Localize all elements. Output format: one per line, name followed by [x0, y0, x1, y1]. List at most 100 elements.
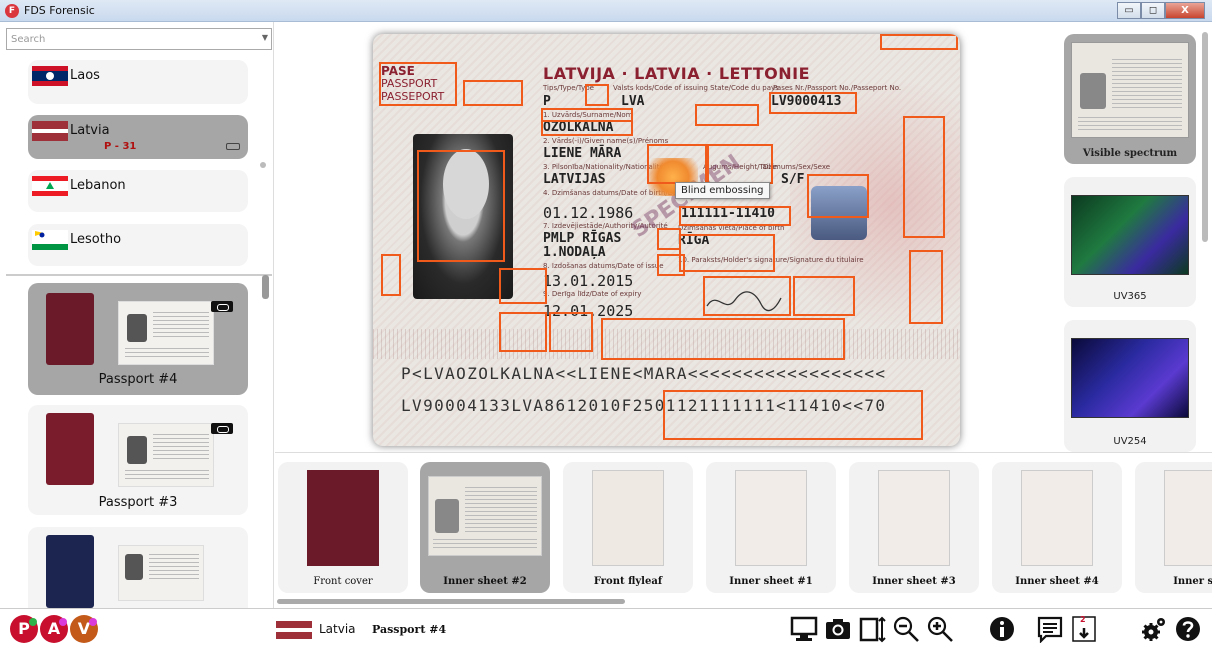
notes-button[interactable]: [1034, 613, 1066, 645]
maximize-button[interactable]: ◻: [1141, 2, 1165, 19]
country-name: Latvia: [70, 123, 110, 138]
detection-box[interactable]: [703, 276, 791, 316]
save-sort-button[interactable]: 2: [1068, 613, 1100, 645]
page-card-inner-sheet-2[interactable]: Inner sheet #2: [420, 462, 550, 593]
country-item-laos[interactable]: Laos: [28, 60, 248, 104]
fit-height-button[interactable]: [856, 613, 888, 645]
camera-button[interactable]: [822, 613, 854, 645]
page-card-front-flyleaf[interactable]: Front flyleaf: [563, 462, 693, 593]
detection-box[interactable]: [499, 312, 547, 352]
detection-box[interactable]: [695, 104, 759, 126]
page-label: Inner sheet #2: [443, 576, 527, 587]
document-card-passport-2[interactable]: [28, 527, 248, 608]
a-mode-button[interactable]: A: [40, 615, 68, 643]
country-name: Lesotho: [70, 232, 122, 247]
chip-icon: [226, 143, 240, 150]
document-card-passport-4[interactable]: Passport #4: [28, 283, 248, 395]
search-input[interactable]: [7, 29, 257, 49]
detection-box[interactable]: [903, 116, 945, 238]
v-mode-button[interactable]: V: [70, 615, 98, 643]
page-card-inner-sheet-1[interactable]: Inner sheet #1: [706, 462, 836, 593]
detection-box[interactable]: [769, 92, 857, 114]
detection-box[interactable]: [679, 206, 791, 226]
detection-box[interactable]: [679, 234, 775, 272]
info-button[interactable]: [986, 613, 1018, 645]
detection-box[interactable]: [707, 144, 773, 184]
detection-box[interactable]: [663, 390, 923, 440]
detection-box[interactable]: [657, 228, 681, 250]
detection-box[interactable]: [379, 62, 457, 106]
country-item-lebanon[interactable]: Lebanon: [28, 170, 248, 212]
passport-cover-thumbnail: [46, 293, 94, 365]
passport-type-value: P: [543, 94, 551, 109]
page-card-inner-sheet-3[interactable]: Inner sheet #3: [849, 462, 979, 593]
country-item-lesotho[interactable]: Lesotho: [28, 224, 248, 266]
country-name: Laos: [70, 68, 100, 83]
page-card-inner-sheet-5[interactable]: Inner she: [1135, 462, 1212, 593]
detection-box[interactable]: [417, 150, 505, 262]
page-card-inner-sheet-4[interactable]: Inner sheet #4: [992, 462, 1122, 593]
field-label-code: Valsts kods/Code of issuing State/Code d…: [613, 84, 779, 92]
field-label-sex: Dzimums/Sex/Sexe: [763, 163, 831, 171]
passport-birth-date: 01.12.1986: [543, 204, 634, 222]
country-list-scrollbar[interactable]: [260, 162, 266, 168]
spectrum-card-uv254[interactable]: UV254: [1064, 320, 1196, 452]
help-button[interactable]: [1172, 613, 1204, 645]
settings-button[interactable]: [1138, 613, 1170, 645]
chip-icon: [211, 301, 233, 312]
search-box: ▼: [6, 28, 272, 50]
spectrum-scrollbar[interactable]: [1202, 32, 1208, 242]
detection-box[interactable]: [909, 250, 943, 324]
spectrum-card-visible[interactable]: Visible spectrum: [1064, 34, 1196, 164]
window-title: FDS Forensic: [24, 4, 95, 17]
zoom-in-icon: [927, 616, 953, 642]
gear-icon: [1142, 618, 1165, 641]
zoom-out-button[interactable]: [890, 613, 922, 645]
detection-box[interactable]: [541, 120, 633, 136]
spectrum-label: Visible spectrum: [1082, 148, 1178, 159]
detection-box[interactable]: [585, 84, 609, 106]
status-bar: P A V Latvia Passport #4 2: [0, 608, 1212, 648]
detection-box[interactable]: [463, 80, 523, 106]
page-card-front-cover[interactable]: Front cover: [278, 462, 408, 593]
document-card-passport-3[interactable]: Passport #3: [28, 405, 248, 515]
latvia-flag-icon: [276, 621, 312, 639]
spectrum-card-uv365[interactable]: UV365: [1064, 177, 1196, 307]
search-dropdown-icon[interactable]: ▼: [262, 33, 268, 42]
passport-page-thumbnail: [118, 301, 214, 365]
detection-box[interactable]: [647, 144, 707, 184]
passport-cover-thumbnail: [46, 535, 94, 608]
uv254-thumbnail: [1071, 338, 1189, 418]
document-viewer[interactable]: PASE PASSPORT PASSEPORT LATVIJA · LATVIA…: [275, 22, 1058, 452]
document-label: Passport #3: [98, 495, 178, 510]
p-mode-button[interactable]: P: [10, 615, 38, 643]
app-logo-icon: F: [5, 4, 19, 18]
zoom-in-button[interactable]: [924, 613, 956, 645]
green-dot-icon: [29, 618, 37, 626]
detection-box[interactable]: [657, 254, 685, 276]
page-label: Front cover: [313, 576, 373, 587]
document-list-scrollbar[interactable]: [262, 275, 269, 299]
detection-box[interactable]: [793, 276, 855, 316]
close-button[interactable]: X: [1165, 2, 1205, 19]
sidebar: ▼ Laos Latvia P - 31 Lebanon Lesotho Pas…: [0, 22, 274, 608]
detection-box[interactable]: [499, 268, 547, 304]
detection-box[interactable]: [807, 174, 869, 218]
zoom-out-icon: [893, 616, 919, 642]
detection-box[interactable]: [549, 312, 593, 352]
title-bar: F FDS Forensic ▭ ◻ X: [0, 0, 1212, 22]
country-item-latvia[interactable]: Latvia P - 31: [28, 115, 248, 159]
field-label-expiry: 9. Derīga līdz/Date of expiry: [543, 290, 642, 298]
passport-authority-line2: 1.NODAĻA: [543, 245, 606, 260]
front-flyleaf-thumbnail: [592, 470, 664, 566]
detection-box[interactable]: [381, 254, 401, 296]
monitor-button[interactable]: [788, 613, 820, 645]
visible-spectrum-thumbnail: [1071, 42, 1189, 138]
minimize-button[interactable]: ▭: [1117, 2, 1141, 19]
detection-box[interactable]: [880, 34, 958, 50]
uv365-thumbnail: [1071, 195, 1189, 275]
detection-box[interactable]: [601, 318, 845, 360]
pages-scrollbar[interactable]: [277, 599, 625, 604]
page-label: Inner she: [1173, 576, 1212, 587]
passport-issue-date: 13.01.2015: [543, 272, 634, 290]
